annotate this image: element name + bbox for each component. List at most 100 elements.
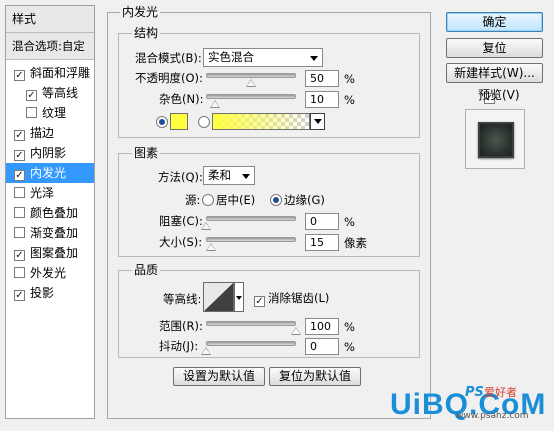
contour-label: 等高线: bbox=[163, 292, 202, 306]
blending-options-item[interactable]: 混合选项:自定 bbox=[6, 33, 94, 60]
contour-dropdown-button[interactable] bbox=[234, 282, 244, 312]
style-item-label: 斜面和浮雕 bbox=[30, 66, 91, 80]
style-item[interactable]: ✓ 斜面和浮雕 bbox=[6, 63, 94, 83]
technique-label: 方法(Q): bbox=[158, 170, 203, 184]
style-item-checkbox[interactable]: ✓ bbox=[14, 170, 25, 181]
style-item-label: 内阴影 bbox=[30, 146, 67, 160]
source-center-label: 居中(E) bbox=[216, 193, 256, 207]
reset-button[interactable]: 复位 bbox=[446, 38, 543, 58]
blend-mode-label: 混合模式(B): bbox=[135, 51, 202, 65]
styles-list: 样式 混合选项:自定 ✓ 斜面和浮雕 ✓ 等高线纹理 ✓ 描边 ✓ 内阴影 ✓ 内发光光泽颜色叠加… bbox=[5, 5, 95, 419]
new-style-button[interactable]: 新建样式(W)... bbox=[446, 63, 543, 83]
opacity-label: 不透明度(O): bbox=[135, 71, 203, 85]
style-item-checkbox[interactable]: ✓ bbox=[26, 90, 37, 101]
range-slider-thumb[interactable] bbox=[291, 327, 301, 335]
ok-button[interactable]: 确定 bbox=[446, 12, 543, 32]
glow-color-swatch[interactable] bbox=[170, 113, 188, 130]
range-unit: % bbox=[344, 320, 355, 334]
source-edge-radio[interactable] bbox=[270, 194, 282, 206]
style-item-checkbox[interactable] bbox=[14, 207, 25, 218]
gradient-dropdown-button[interactable] bbox=[310, 113, 325, 130]
style-item-label: 内发光 bbox=[30, 166, 67, 180]
noise-slider-track[interactable] bbox=[206, 94, 296, 99]
jitter-slider-track[interactable] bbox=[206, 341, 296, 346]
glow-gradient-picker[interactable] bbox=[212, 113, 310, 130]
anti-alias-checkbox[interactable]: ✓ bbox=[254, 296, 265, 307]
style-item[interactable]: 颜色叠加 bbox=[6, 203, 94, 223]
style-item-checkbox[interactable] bbox=[14, 267, 25, 278]
choke-slider-thumb[interactable] bbox=[201, 222, 211, 230]
chevron-down-icon bbox=[310, 56, 318, 61]
style-item-label: 描边 bbox=[30, 126, 55, 140]
size-slider-thumb[interactable] bbox=[206, 243, 217, 251]
style-item-label: 纹理 bbox=[42, 106, 67, 120]
noise-slider-thumb[interactable] bbox=[210, 100, 220, 108]
watermark-ps: PS bbox=[465, 385, 484, 400]
solid-color-radio[interactable] bbox=[156, 116, 168, 128]
set-default-button[interactable]: 设置为默认值 bbox=[173, 367, 265, 386]
range-input[interactable]: 100 bbox=[305, 318, 339, 335]
choke-input[interactable]: 0 bbox=[305, 213, 339, 230]
watermark-site: www.psahz.com bbox=[456, 411, 529, 421]
style-preview-swatch bbox=[478, 122, 514, 158]
opacity-unit: % bbox=[344, 72, 355, 86]
style-item-checkbox[interactable]: ✓ bbox=[14, 130, 25, 141]
choke-unit: % bbox=[344, 215, 355, 229]
contour-preview[interactable] bbox=[203, 282, 234, 312]
opacity-slider-thumb[interactable] bbox=[246, 79, 256, 87]
watermark-logo: UiBQ.CoM PS 爱好者 www.psahz.com bbox=[380, 385, 550, 428]
reset-default-button[interactable]: 复位为默认值 bbox=[269, 367, 361, 386]
quality-title: 品质 bbox=[132, 263, 161, 277]
style-item-checkbox[interactable]: ✓ bbox=[14, 150, 25, 161]
range-slider-track[interactable] bbox=[206, 321, 296, 326]
style-item-checkbox[interactable] bbox=[14, 227, 25, 238]
style-item[interactable]: 纹理 bbox=[6, 103, 94, 123]
inner-glow-title: 内发光 bbox=[120, 5, 161, 19]
blend-mode-select[interactable]: 实色混合 bbox=[203, 48, 323, 67]
choke-slider-track[interactable] bbox=[206, 216, 296, 221]
jitter-unit: % bbox=[344, 340, 355, 354]
range-label: 范围(R): bbox=[159, 319, 203, 333]
style-item[interactable]: 光泽 bbox=[6, 183, 94, 203]
style-item[interactable]: ✓ 图案叠加 bbox=[6, 243, 94, 263]
source-center-radio[interactable] bbox=[202, 194, 214, 206]
opacity-slider-track[interactable] bbox=[206, 73, 296, 78]
styles-header[interactable]: 样式 bbox=[6, 6, 94, 33]
style-item[interactable]: ✓ 内发光 bbox=[6, 163, 94, 183]
anti-alias-label: 消除锯齿(L) bbox=[268, 291, 330, 305]
style-item[interactable]: ✓ 内阴影 bbox=[6, 143, 94, 163]
style-item-checkbox[interactable]: ✓ bbox=[14, 250, 25, 261]
style-item-checkbox[interactable] bbox=[14, 187, 25, 198]
style-item-checkbox[interactable] bbox=[26, 107, 37, 118]
style-item-label: 等高线 bbox=[42, 86, 79, 100]
style-item-label: 光泽 bbox=[30, 186, 55, 200]
noise-input[interactable]: 10 bbox=[305, 91, 339, 108]
size-unit: 像素 bbox=[344, 236, 367, 250]
jitter-slider-thumb[interactable] bbox=[201, 347, 211, 355]
style-item[interactable]: 外发光 bbox=[6, 263, 94, 283]
elements-title: 图素 bbox=[132, 146, 161, 160]
style-item[interactable]: ✓ 等高线 bbox=[6, 83, 94, 103]
jitter-input[interactable]: 0 bbox=[305, 338, 339, 355]
style-item-checkbox[interactable]: ✓ bbox=[14, 290, 25, 301]
style-item[interactable]: 渐变叠加 bbox=[6, 223, 94, 243]
style-preview-box bbox=[465, 109, 525, 169]
gradient-radio[interactable] bbox=[198, 116, 210, 128]
style-item[interactable]: ✓ 投影 bbox=[6, 283, 94, 303]
jitter-label: 抖动(J): bbox=[159, 339, 199, 353]
size-input[interactable]: 15 bbox=[305, 234, 339, 251]
style-item-label: 渐变叠加 bbox=[30, 226, 79, 240]
technique-select[interactable]: 柔和 bbox=[203, 166, 255, 185]
technique-value: 柔和 bbox=[208, 168, 231, 182]
preview-label: 预览(V) bbox=[478, 88, 520, 102]
size-slider-track[interactable] bbox=[206, 237, 296, 242]
style-item[interactable]: ✓ 描边 bbox=[6, 123, 94, 143]
style-item-label: 图案叠加 bbox=[30, 246, 79, 260]
source-edge-label: 边缘(G) bbox=[284, 193, 325, 207]
style-item-label: 外发光 bbox=[30, 266, 67, 280]
noise-label: 杂色(N): bbox=[159, 92, 204, 106]
source-label: 源: bbox=[185, 193, 201, 207]
noise-unit: % bbox=[344, 93, 355, 107]
style-item-checkbox[interactable]: ✓ bbox=[14, 70, 25, 81]
opacity-input[interactable]: 50 bbox=[305, 70, 339, 87]
